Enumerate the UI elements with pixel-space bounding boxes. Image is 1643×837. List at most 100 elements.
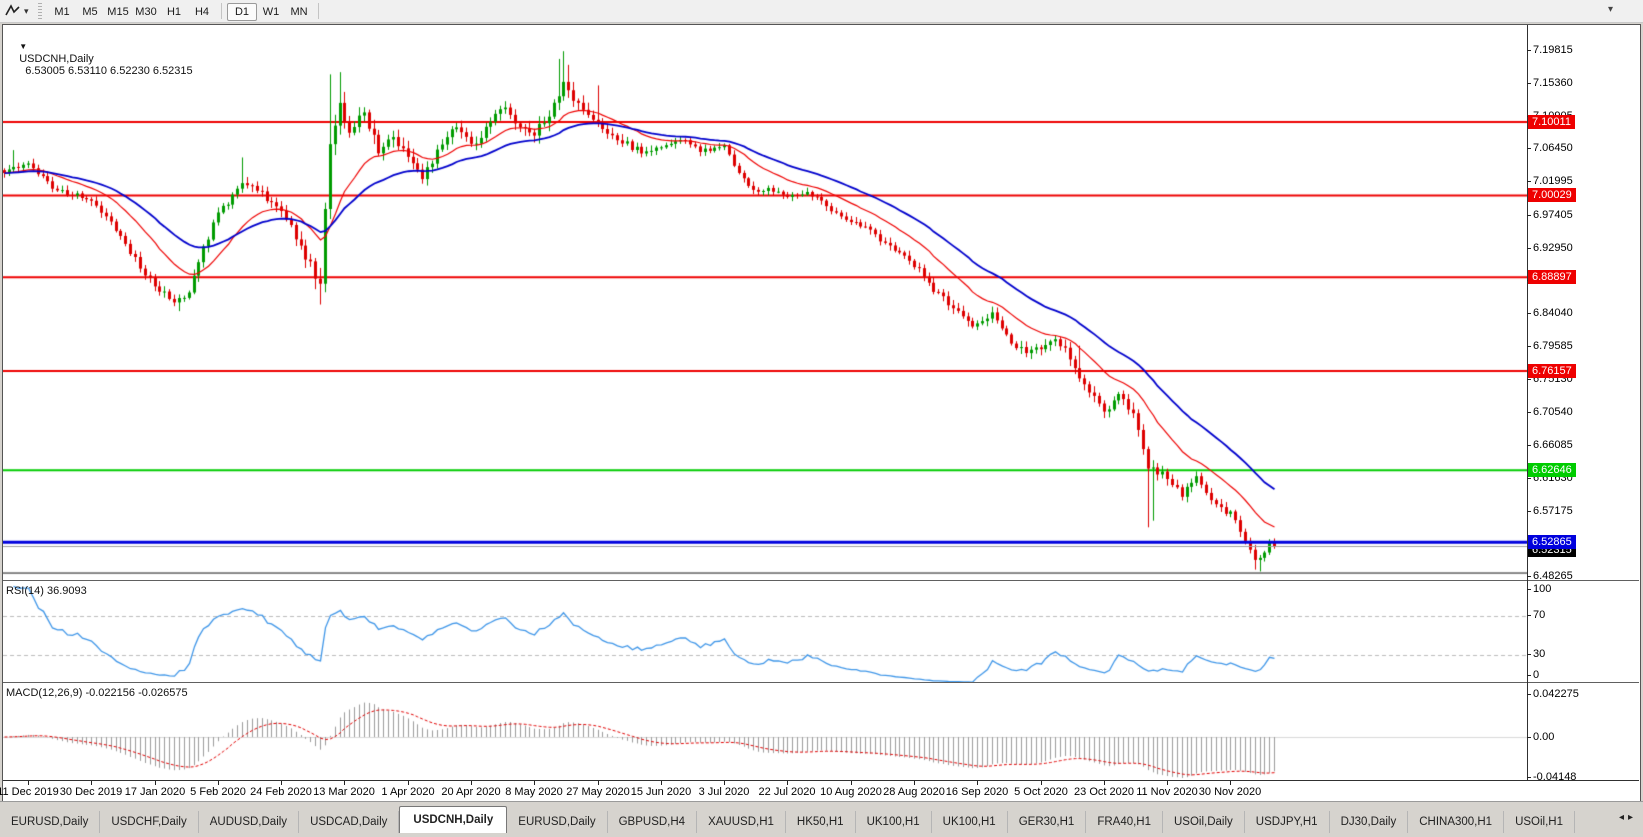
price-axis-label: 6.66085 — [1533, 439, 1573, 451]
date-axis-tick — [914, 781, 915, 785]
chart-tab-usdcnh-daily[interactable]: USDCNH,Daily — [399, 806, 507, 833]
date-axis-label: 16 Sep 2020 — [946, 786, 1008, 798]
chart-tab-dj30-daily[interactable]: DJ30,Daily — [1330, 811, 1409, 833]
main-chart-canvas[interactable] — [3, 25, 1527, 580]
chart-tab-usoil-h1[interactable]: USOil,H1 — [1504, 811, 1575, 833]
chart-tab-usdchf-daily[interactable]: USDCHF,Daily — [100, 811, 198, 833]
date-axis-label: 5 Oct 2020 — [1014, 786, 1068, 798]
macd-panel-canvas[interactable] — [3, 684, 1527, 779]
time-axis-line — [3, 780, 1639, 781]
macd-axis-label: 0.042275 — [1533, 688, 1579, 700]
price-axis-tick — [1527, 511, 1531, 512]
toolbar-separator — [221, 3, 222, 19]
date-axis-label: 3 Jul 2020 — [699, 786, 750, 798]
price-axis-tick — [1527, 148, 1531, 149]
price-axis-tick — [1527, 50, 1531, 51]
rsi-axis-label: 30 — [1533, 648, 1545, 660]
timeframe-button-m15[interactable]: M15 — [104, 3, 132, 21]
date-axis-tick — [1041, 781, 1042, 785]
macd-axis-tick — [1527, 694, 1531, 695]
date-axis-label: 24 Feb 2020 — [250, 786, 312, 798]
toolbar-overflow-icon[interactable]: ▾ — [1608, 4, 1613, 15]
symbol-marker-icon[interactable]: ▼ — [19, 42, 27, 51]
chart-tab-usoil-daily[interactable]: USOil,Daily — [1163, 811, 1245, 833]
date-axis-label: 17 Jan 2020 — [125, 786, 186, 798]
date-axis-label: 20 Apr 2020 — [441, 786, 500, 798]
timeframe-button-m5[interactable]: M5 — [76, 3, 104, 21]
date-axis-label: 30 Nov 2020 — [1199, 786, 1261, 798]
rsi-axis-tick — [1527, 589, 1531, 590]
chart-tab-eurusd-daily[interactable]: EURUSD,Daily — [507, 811, 607, 833]
line-studies-icon[interactable] — [4, 3, 22, 19]
chart-tab-gbpusd-h4[interactable]: GBPUSD,H4 — [608, 811, 697, 833]
price-axis-tick — [1527, 412, 1531, 413]
panel-separator[interactable] — [3, 580, 1639, 581]
chart-tab-bar: EURUSD,DailyUSDCHF,DailyAUDUSD,DailyUSDC… — [0, 801, 1643, 837]
chart-tab-fra40-h1[interactable]: FRA40,H1 — [1086, 811, 1163, 833]
rsi-axis-tick — [1527, 615, 1531, 616]
timeframe-button-m30[interactable]: M30 — [132, 3, 160, 21]
chart-tab-china300-h1[interactable]: CHINA300,H1 — [1408, 811, 1504, 833]
price-axis-tick — [1527, 576, 1531, 577]
price-axis-label: 6.84040 — [1533, 307, 1573, 319]
chart-tab-usdjpy-h1[interactable]: USDJPY,H1 — [1245, 811, 1330, 833]
price-axis-tick — [1527, 379, 1531, 380]
price-axis-label: 7.19815 — [1533, 44, 1573, 56]
date-axis-tick — [977, 781, 978, 785]
chart-tab-xauusd-h1[interactable]: XAUUSD,H1 — [697, 811, 786, 833]
price-axis-line — [1527, 25, 1528, 780]
chart-tab-uk100-h1[interactable]: UK100,H1 — [856, 811, 932, 833]
tab-scroll-left-icon[interactable]: ◂ — [1619, 812, 1628, 823]
timeframe-button-h1[interactable]: H1 — [160, 3, 188, 21]
tab-scroll-arrows: ◂▸ — [1619, 812, 1637, 823]
rsi-panel-canvas[interactable] — [3, 582, 1527, 682]
date-axis-label: 8 May 2020 — [505, 786, 562, 798]
date-axis-label: 27 May 2020 — [566, 786, 630, 798]
toolbar-grip[interactable] — [38, 3, 42, 19]
macd-axis-tick — [1527, 777, 1531, 778]
price-axis-label: 6.57175 — [1533, 505, 1573, 517]
date-axis-label: 5 Feb 2020 — [190, 786, 246, 798]
chart-tab-audusd-daily[interactable]: AUDUSD,Daily — [199, 811, 299, 833]
date-axis-label: 23 Oct 2020 — [1074, 786, 1134, 798]
date-axis-label: 22 Jul 2020 — [759, 786, 816, 798]
date-axis-label: 10 Aug 2020 — [820, 786, 882, 798]
macd-axis-tick — [1527, 737, 1531, 738]
chart-tab-usdcad-daily[interactable]: USDCAD,Daily — [299, 811, 399, 833]
hline-price-tag: 6.88897 — [1528, 270, 1576, 284]
price-axis-label: 6.48265 — [1533, 570, 1573, 582]
price-axis-label: 7.01995 — [1533, 175, 1573, 187]
date-axis-tick — [851, 781, 852, 785]
price-axis-tick — [1527, 83, 1531, 84]
timeframe-button-m1[interactable]: M1 — [48, 3, 76, 21]
price-axis-tick — [1527, 478, 1531, 479]
date-axis-label: 28 Aug 2020 — [883, 786, 945, 798]
price-axis-tick — [1527, 346, 1531, 347]
chart-tab-uk100-h1[interactable]: UK100,H1 — [932, 811, 1008, 833]
timeframe-button-d1[interactable]: D1 — [227, 3, 257, 21]
hline-price-tag: 6.76157 — [1528, 364, 1576, 378]
date-axis-tick — [787, 781, 788, 785]
tab-scroll-right-icon[interactable]: ▸ — [1628, 812, 1637, 823]
date-axis-tick — [534, 781, 535, 785]
price-axis-label: 7.06450 — [1533, 142, 1573, 154]
chart-tab-ger30-h1[interactable]: GER30,H1 — [1008, 811, 1087, 833]
date-axis-tick — [1230, 781, 1231, 785]
chart-title: ▼ USDCNH,Daily 6.53005 6.53110 6.52230 6… — [7, 29, 193, 89]
price-axis-label: 6.79585 — [1533, 340, 1573, 352]
timeframe-button-w1[interactable]: W1 — [257, 3, 285, 21]
price-axis-label: 6.97405 — [1533, 209, 1573, 221]
rsi-axis-label: 0 — [1533, 669, 1539, 681]
date-axis-tick — [344, 781, 345, 785]
price-axis-tick — [1527, 445, 1531, 446]
date-axis-tick — [598, 781, 599, 785]
chart-tab-eurusd-daily[interactable]: EURUSD,Daily — [0, 811, 100, 833]
date-axis-label: 11 Nov 2020 — [1136, 786, 1198, 798]
price-axis-label: 6.70540 — [1533, 406, 1573, 418]
date-axis-tick — [724, 781, 725, 785]
panel-separator[interactable] — [3, 682, 1639, 683]
timeframe-button-mn[interactable]: MN — [285, 3, 313, 21]
chart-tab-hk50-h1[interactable]: HK50,H1 — [786, 811, 856, 833]
timeframe-button-h4[interactable]: H4 — [188, 3, 216, 21]
line-studies-dropdown-icon[interactable]: ▾ — [24, 3, 29, 19]
